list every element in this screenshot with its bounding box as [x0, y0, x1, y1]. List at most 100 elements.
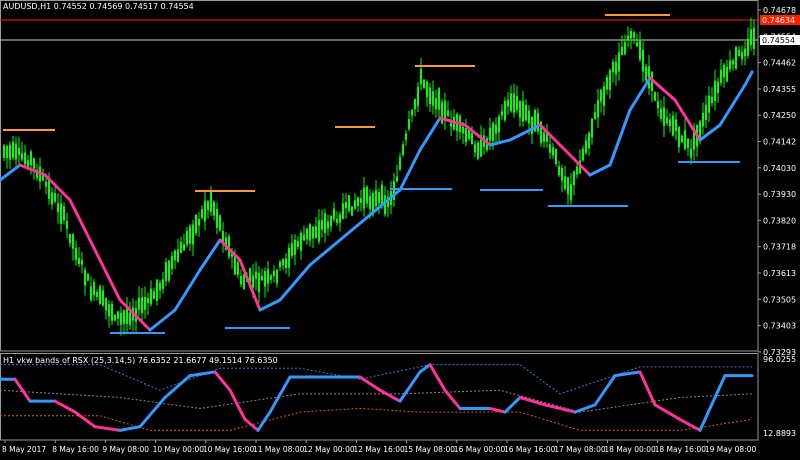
- candle-body: [291, 243, 293, 256]
- candle-body: [462, 127, 464, 134]
- candle-body: [330, 216, 332, 227]
- candle-body: [162, 279, 164, 289]
- candle-body: [312, 226, 314, 239]
- candle-body: [261, 275, 263, 281]
- candle-body: [321, 220, 323, 230]
- candle-body: [477, 142, 479, 159]
- candle-body: [324, 213, 326, 233]
- candle-body: [96, 291, 98, 298]
- price-axis-label: 0.73505: [763, 295, 796, 304]
- candle-body: [81, 260, 83, 265]
- candle-body: [318, 220, 320, 242]
- candle-body: [54, 192, 56, 202]
- ma-line-segment: [718, 83, 747, 127]
- rsx-line-segment: [93, 425, 122, 432]
- candle-body: [204, 200, 206, 222]
- candle-body: [420, 68, 422, 85]
- main-plot-frame: [0, 0, 759, 352]
- candle-body: [66, 220, 68, 229]
- candle-body: [714, 80, 716, 102]
- candle-body: [432, 91, 434, 106]
- candle-body: [243, 274, 245, 289]
- candle-body: [105, 297, 107, 311]
- price-axis-label: 0.74030: [763, 164, 796, 173]
- ma-line-segment: [628, 76, 652, 112]
- candle-body: [258, 272, 260, 293]
- candle-body: [570, 184, 572, 201]
- candle-body: [726, 66, 728, 82]
- candle-body: [612, 62, 614, 73]
- rsx-line-segment: [593, 374, 617, 407]
- candle-body: [252, 275, 254, 288]
- price-axis-label: 0.73820: [763, 216, 796, 225]
- candle-body: [429, 87, 431, 105]
- candle-body: [567, 177, 569, 195]
- candle-body: [378, 192, 380, 203]
- candle-body: [396, 176, 398, 182]
- price-axis-label: 0.73403: [763, 322, 796, 331]
- candle-body: [627, 35, 629, 40]
- candle-body: [33, 158, 35, 169]
- chart-window[interactable]: 0.74678 0.74554 0.74462 0.74355 0.74250 0.741…: [0, 0, 800, 456]
- time-axis-label: 10 May 00:00: [153, 445, 205, 454]
- candle-body: [588, 132, 590, 149]
- ma-line-segment: [743, 70, 754, 87]
- rsx-line-segment: [503, 396, 522, 414]
- candle-body: [621, 47, 623, 56]
- rsx-line-segment: [573, 403, 597, 414]
- indicator-bottom-value: 12.8893: [763, 429, 796, 438]
- time-axis-label: 19 May 08:00: [705, 445, 757, 454]
- rsx-line-segment: [163, 374, 192, 399]
- indicator-mid-band: [0, 389, 753, 413]
- candle-body: [327, 221, 329, 229]
- candle-body: [18, 147, 20, 156]
- candle-body: [345, 201, 347, 209]
- candle-body: [381, 184, 383, 206]
- candle-body: [6, 146, 8, 159]
- candle-body: [441, 102, 443, 124]
- candle-body: [609, 70, 611, 91]
- rsx-line-segment: [188, 370, 217, 378]
- candle-body: [702, 113, 704, 127]
- candle-body: [306, 228, 308, 240]
- price-chart[interactable]: 0.74678 0.74554 0.74462 0.74355 0.74250 0.741…: [0, 0, 800, 456]
- rsx-line-segment: [398, 370, 422, 403]
- candle-body: [375, 189, 377, 207]
- candle-body: [234, 255, 236, 275]
- candle-body: [423, 79, 425, 89]
- ma-line-segment: [508, 123, 542, 142]
- candle-body: [603, 86, 605, 107]
- candle-body: [636, 42, 638, 47]
- price-axis-label: 0.73930: [763, 190, 796, 199]
- candle-body: [672, 115, 674, 136]
- candle-body: [198, 219, 200, 226]
- candle-body: [711, 96, 713, 104]
- candle-body: [630, 30, 632, 39]
- candle-body: [438, 88, 440, 110]
- candle-body: [366, 186, 368, 204]
- candle-body: [93, 282, 95, 295]
- candle-body: [633, 32, 635, 38]
- time-axis-label: 15 May 08:00: [404, 445, 456, 454]
- candle-body: [147, 298, 149, 304]
- ma-line-segment: [648, 76, 677, 102]
- candle-body: [444, 100, 446, 119]
- candle-body: [165, 262, 167, 282]
- time-axis-label: 8 May 16:00: [52, 445, 99, 454]
- time-axis-label: 18 May 00:00: [604, 445, 656, 454]
- candle-body: [675, 119, 677, 131]
- candle-body: [654, 92, 656, 101]
- indicator-lower-band: [0, 407, 753, 431]
- candle-body: [279, 261, 281, 268]
- candle-body: [507, 99, 509, 107]
- candle-body: [144, 296, 146, 310]
- candle-body: [600, 89, 602, 102]
- candle-body: [552, 147, 554, 156]
- candle-body: [417, 86, 419, 107]
- candle-body: [69, 234, 71, 243]
- candle-body: [78, 257, 80, 265]
- candle-body: [276, 269, 278, 284]
- candle-body: [594, 112, 596, 119]
- candle-body: [564, 176, 566, 190]
- candle-body: [369, 196, 371, 210]
